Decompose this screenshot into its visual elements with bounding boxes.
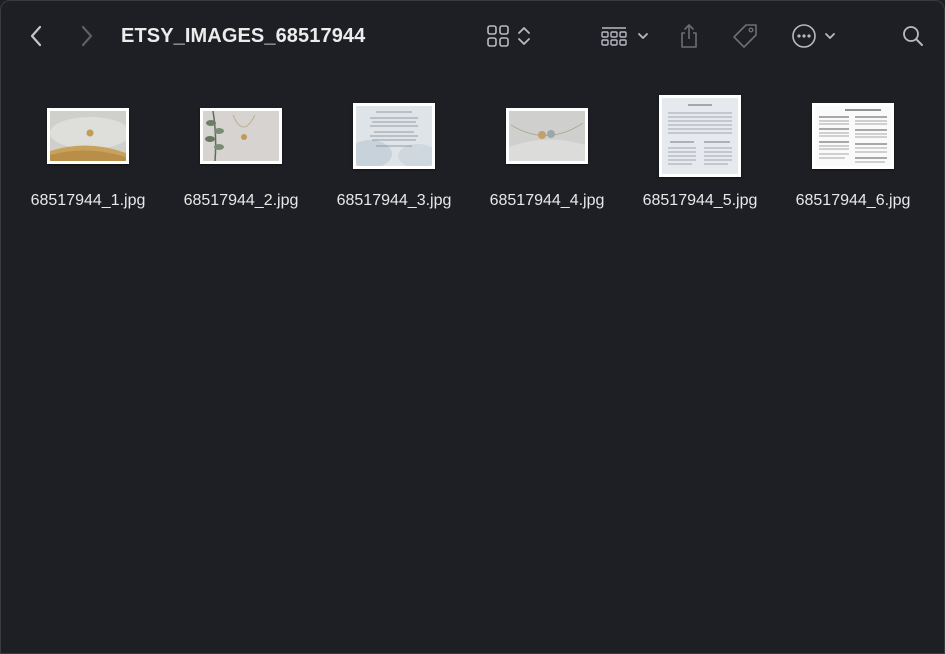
file-item[interactable]: 68517944_2.jpg — [166, 91, 316, 210]
share-button[interactable] — [675, 20, 703, 52]
image-thumbnail — [506, 108, 588, 164]
toolbar: ETSY_IMAGES_68517944 — [1, 1, 944, 73]
file-name: 68517944_3.jpg — [336, 192, 452, 209]
icon-grid-icon — [487, 25, 509, 47]
chevron-right-icon — [81, 25, 93, 47]
image-thumbnail — [47, 108, 129, 164]
file-name: 68517944_1.jpg — [30, 192, 146, 209]
file-item[interactable]: 68517944_6.jpg — [778, 91, 928, 210]
file-name: 68517944_6.jpg — [795, 192, 911, 209]
file-item[interactable]: 68517944_5.jpg — [625, 91, 775, 210]
chevron-down-icon — [825, 33, 835, 39]
back-button[interactable] — [23, 20, 49, 52]
ellipsis-circle-icon — [792, 24, 816, 48]
more-actions-button[interactable] — [787, 20, 841, 52]
up-down-chevron-icon — [518, 27, 530, 45]
file-name: 68517944_2.jpg — [183, 192, 299, 209]
search-button[interactable] — [898, 20, 928, 52]
file-item[interactable]: 68517944_4.jpg — [472, 91, 622, 210]
search-icon — [903, 26, 923, 46]
file-item[interactable]: 68517944_3.jpg — [319, 91, 469, 210]
image-thumbnail — [200, 108, 282, 164]
view-mode-button[interactable] — [483, 20, 535, 52]
group-by-icon — [601, 27, 627, 46]
group-by-button[interactable] — [597, 20, 653, 52]
chevron-left-icon — [30, 25, 42, 47]
forward-button[interactable] — [74, 20, 100, 52]
window-title: ETSY_IMAGES_68517944 — [121, 25, 366, 47]
tag-icon — [733, 24, 757, 48]
image-thumbnail — [812, 103, 894, 169]
image-thumbnail — [353, 103, 435, 169]
file-name: 68517944_4.jpg — [489, 192, 605, 209]
chevron-down-icon — [638, 33, 648, 39]
share-icon — [681, 24, 697, 48]
tag-button[interactable] — [729, 20, 761, 52]
file-item[interactable]: 68517944_1.jpg — [13, 91, 163, 210]
image-thumbnail — [659, 95, 741, 177]
finder-window: ETSY_IMAGES_68517944 68517944_1.jpg 6851… — [0, 0, 945, 654]
file-name: 68517944_5.jpg — [642, 192, 758, 209]
